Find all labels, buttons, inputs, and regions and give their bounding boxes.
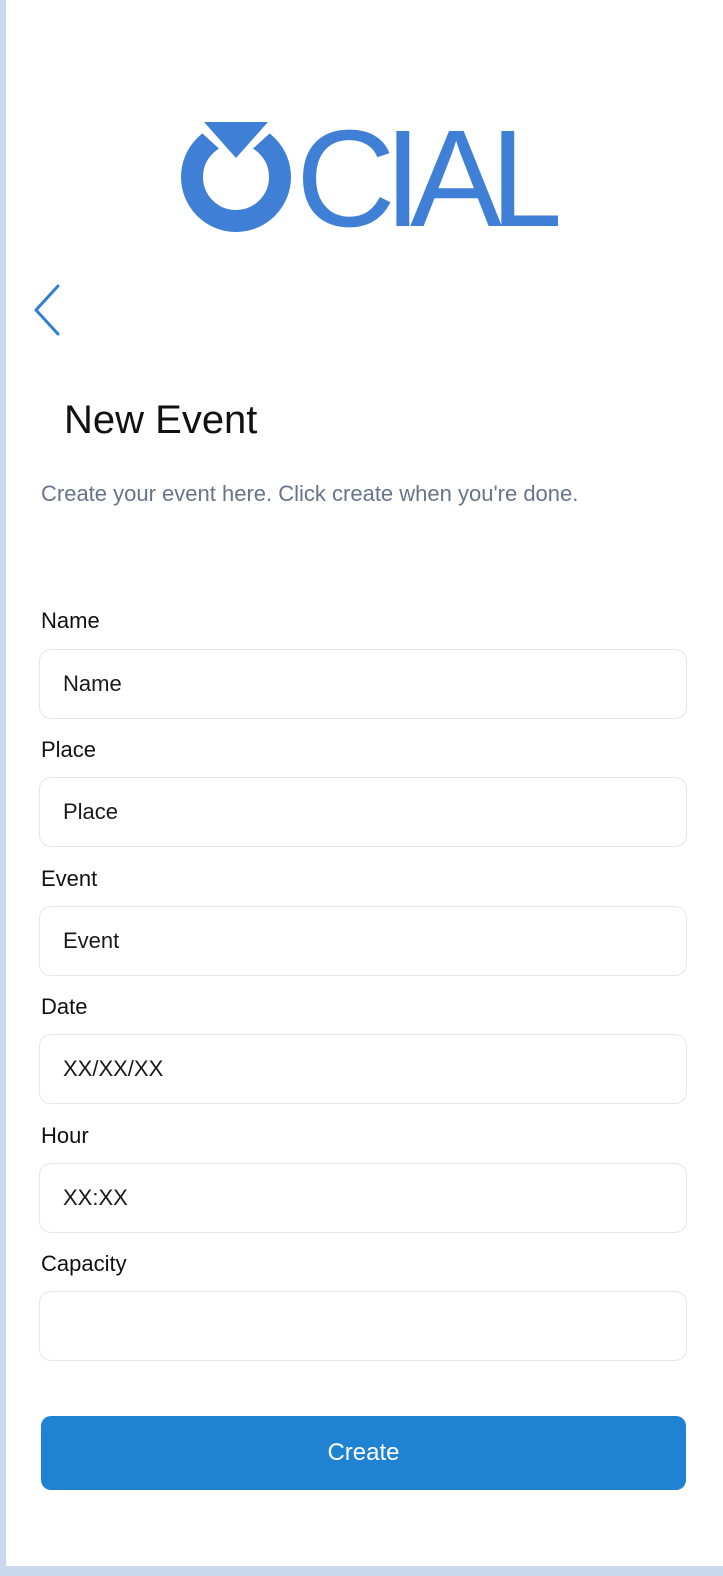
date-label: Date [41, 994, 88, 1019]
hour-label: Hour [41, 1123, 89, 1148]
event-label: Event [41, 866, 98, 891]
date-input[interactable] [39, 1034, 687, 1104]
place-input[interactable] [39, 777, 687, 847]
name-label: Name [41, 608, 100, 633]
chevron-left-icon [34, 284, 60, 336]
capacity-input[interactable] [39, 1291, 687, 1361]
logo-mark [181, 122, 291, 232]
name-input[interactable] [39, 649, 687, 719]
event-input[interactable] [39, 906, 687, 976]
app-logo: CIAL [178, 116, 558, 234]
page-subtitle: Create your event here. Click create whe… [41, 481, 579, 506]
logo-wordmark: CIAL [296, 116, 558, 234]
back-button[interactable] [30, 282, 70, 338]
page-title: New Event [64, 398, 258, 442]
place-label: Place [41, 737, 97, 762]
create-button[interactable]: Create [41, 1416, 686, 1490]
hour-input[interactable] [39, 1163, 687, 1233]
event-form-screen: CIAL New Event Create your event here. C… [6, 0, 723, 1566]
capacity-label: Capacity [41, 1251, 127, 1276]
